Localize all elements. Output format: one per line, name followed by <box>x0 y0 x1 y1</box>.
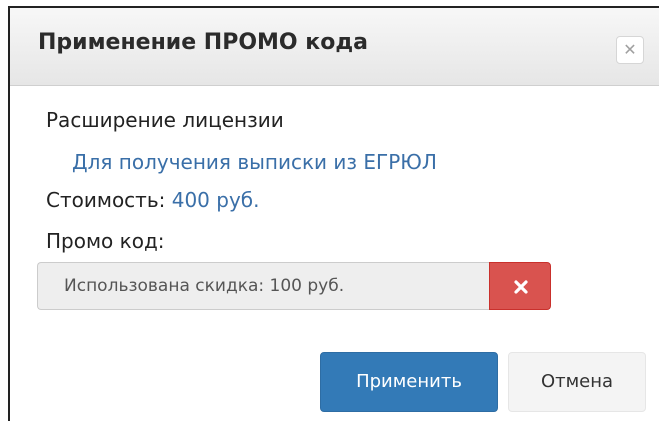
apply-button[interactable]: Применить <box>320 352 498 412</box>
cost-value: 400 руб. <box>171 188 260 212</box>
promo-dialog: Применение ПРОМО кода ✕ Расширение лицен… <box>8 6 659 421</box>
dialog-title: Применение ПРОМО кода <box>38 30 368 55</box>
remove-icon <box>514 280 528 294</box>
license-subtitle: Для получения выписки из ЕГРЮЛ <box>72 150 437 174</box>
close-button[interactable]: ✕ <box>616 36 644 64</box>
license-title: Расширение лицензии <box>46 108 284 132</box>
remove-promo-button[interactable] <box>489 262 551 310</box>
dialog-body: Расширение лицензии Для получения выписк… <box>10 86 659 421</box>
dialog-header: Применение ПРОМО кода ✕ <box>10 8 659 86</box>
close-icon: ✕ <box>623 40 637 59</box>
cost-label: Стоимость: <box>46 188 166 212</box>
promo-code-input[interactable]: Использована скидка: 100 руб. <box>37 262 489 310</box>
cost-row: Стоимость: 400 руб. <box>46 188 259 212</box>
promo-code-label: Промо код: <box>46 229 165 253</box>
cancel-button[interactable]: Отмена <box>508 352 646 412</box>
